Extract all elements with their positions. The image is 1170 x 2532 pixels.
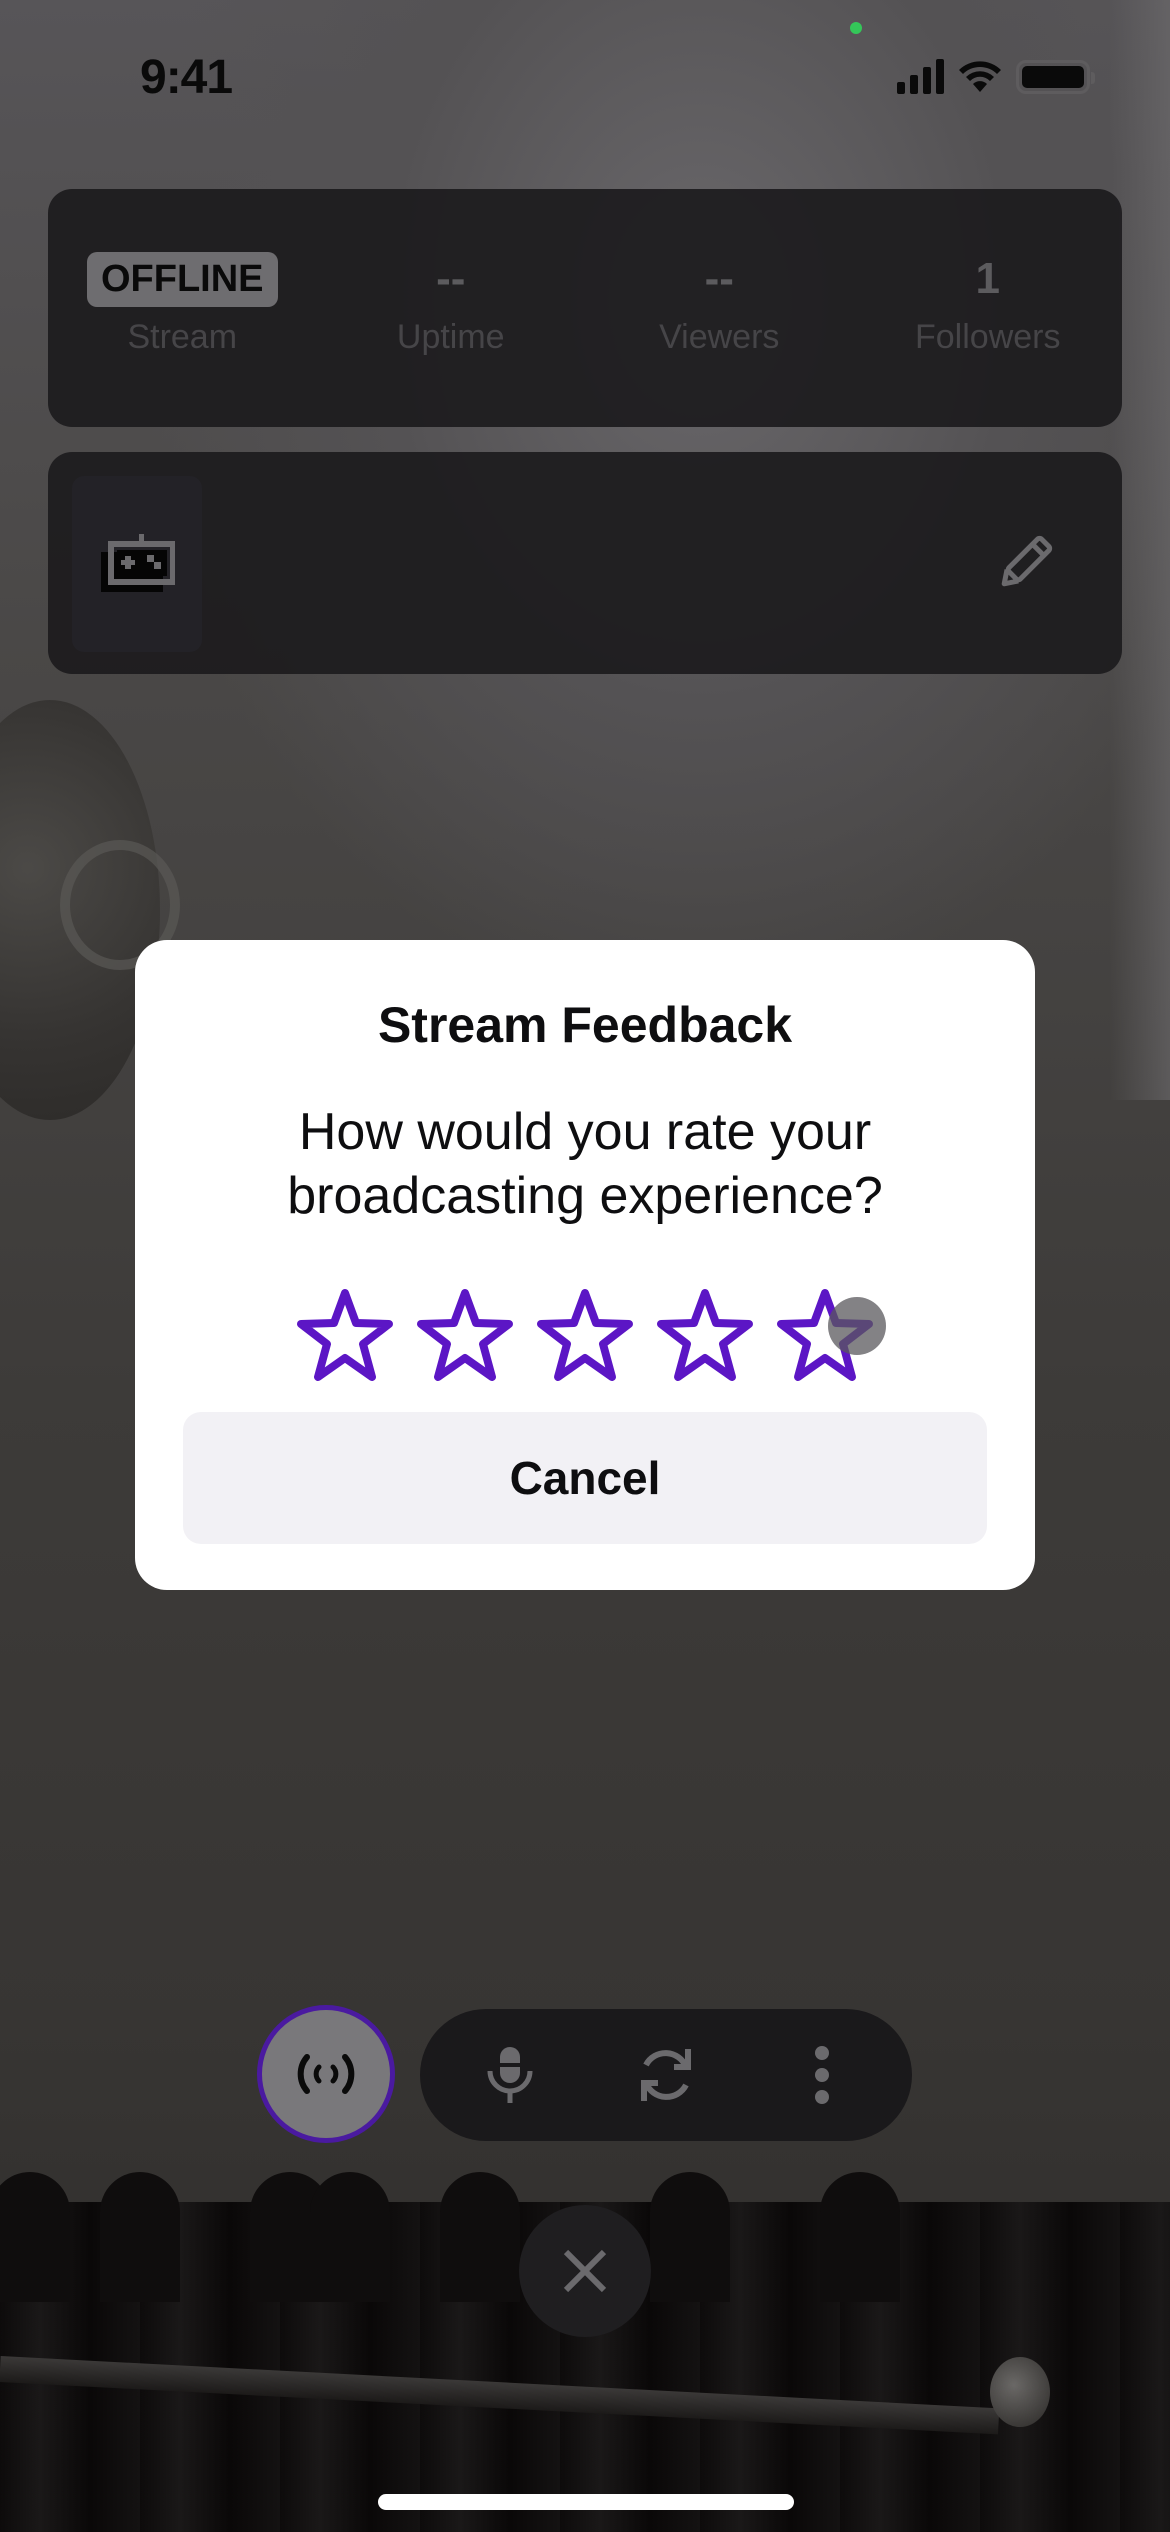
camera-preview-rod-end (990, 2357, 1050, 2427)
stat-label: Stream (127, 318, 238, 356)
more-vertical-icon (815, 2046, 829, 2104)
stream-info-card[interactable] (48, 452, 1122, 674)
camera-flip-icon (641, 2049, 691, 2101)
stat-viewers: -- Viewers (594, 248, 844, 368)
touch-indicator (828, 1297, 886, 1355)
stat-value: 1 (975, 254, 1000, 303)
cellular-signal-icon (897, 58, 944, 94)
home-indicator[interactable] (378, 2494, 794, 2510)
go-live-button[interactable] (257, 2005, 395, 2143)
stat-label: Followers (915, 318, 1061, 356)
stat-stream-status: OFFLINE Stream (57, 248, 307, 368)
wifi-icon (959, 61, 1001, 92)
stream-stats-card: OFFLINE Stream -- Uptime -- Viewers 1 Fo… (48, 189, 1122, 427)
star-rating (295, 1285, 875, 1385)
microphone-icon (487, 2047, 533, 2103)
stat-uptime: -- Uptime (326, 248, 576, 368)
more-options-button[interactable] (780, 2033, 864, 2117)
status-icons (897, 58, 1095, 94)
category-thumbnail[interactable] (72, 476, 202, 652)
pencil-icon (1001, 535, 1053, 587)
stream-controls-bar (420, 2009, 912, 2141)
status-bar: 9:41 (0, 0, 1170, 140)
stat-followers: 1 Followers (863, 248, 1113, 368)
stat-value: -- (704, 254, 734, 303)
stream-feedback-dialog: Stream Feedback How would you rate your … (135, 940, 1035, 1590)
dialog-question: How would you rate your broadcasting exp… (287, 1103, 883, 1225)
star-1-button[interactable] (295, 1285, 395, 1385)
camera-in-use-indicator (850, 22, 862, 34)
gamepad-icon (101, 534, 175, 592)
close-icon (563, 2249, 607, 2293)
star-2-button[interactable] (415, 1285, 515, 1385)
dialog-title: Stream Feedback (377, 997, 793, 1053)
close-button[interactable] (519, 2205, 651, 2337)
stat-value: -- (436, 254, 466, 303)
star-3-button[interactable] (535, 1285, 635, 1385)
cancel-button[interactable]: Cancel (183, 1412, 987, 1544)
battery-icon (1016, 60, 1095, 94)
offline-badge: OFFLINE (86, 251, 278, 307)
edit-stream-info-button[interactable] (986, 526, 1062, 602)
microphone-button[interactable] (468, 2033, 552, 2117)
star-4-button[interactable] (655, 1285, 755, 1385)
stat-label: Viewers (659, 318, 780, 356)
status-time: 9:41 (140, 51, 233, 104)
stat-label: Uptime (396, 318, 505, 356)
flip-camera-button[interactable] (624, 2033, 708, 2117)
broadcast-icon (297, 2054, 355, 2094)
